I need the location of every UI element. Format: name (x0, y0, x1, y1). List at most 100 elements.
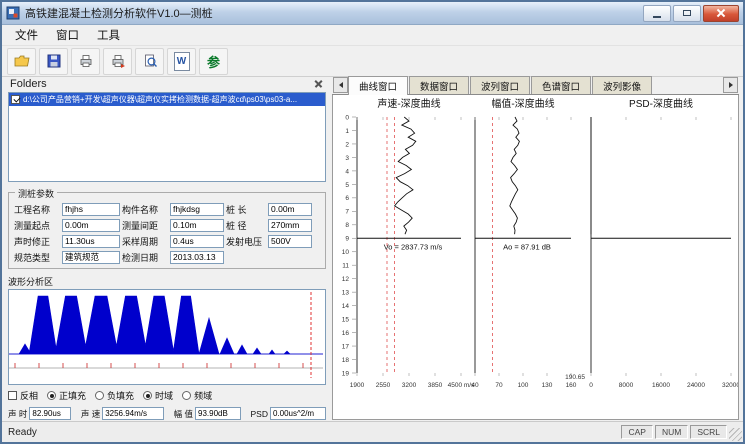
panel-close-icon[interactable] (313, 78, 324, 89)
tab-scroll-right-button[interactable] (723, 77, 738, 93)
print-button[interactable] (71, 48, 100, 75)
param-label: 桩 长 (226, 203, 266, 216)
status-indicator: SCRL (690, 425, 727, 439)
chart-area: 012345678910111213141516171819声速-深度曲线190… (332, 95, 739, 420)
folders-panel-title: Folders (10, 78, 47, 90)
waveform-display[interactable] (8, 289, 326, 385)
reading-label: 幅 值 (174, 408, 193, 420)
param-value-field[interactable]: fhjhs (62, 203, 120, 216)
param-value-field[interactable]: 0.4us (170, 235, 224, 248)
svg-text:130: 130 (542, 382, 553, 389)
svg-text:11: 11 (342, 263, 349, 270)
printer-setup-icon (110, 53, 126, 69)
print-preview-button[interactable] (135, 48, 164, 75)
open-button[interactable] (7, 48, 36, 75)
param-label: 工程名称 (14, 203, 60, 216)
printer-icon (78, 53, 94, 69)
radio-icon[interactable] (95, 391, 104, 400)
domain-radio-0[interactable]: 时域 (143, 389, 173, 402)
menu-item-1[interactable]: 窗口 (47, 25, 88, 45)
checkbox-icon[interactable] (8, 391, 17, 400)
invert-checkbox[interactable]: 反相 (8, 389, 38, 402)
domain-radio-1[interactable]: 频域 (182, 389, 212, 402)
status-indicator: NUM (655, 425, 688, 439)
tab-1[interactable]: 数据窗口 (409, 76, 469, 94)
folders-panel: Folders d:\公司产品营销+开发\超声仪器\超声仪实拷检测数据-超声波c… (6, 76, 328, 420)
tab-3[interactable]: 色谱窗口 (531, 76, 591, 94)
reference-button[interactable]: 参 (199, 48, 228, 75)
svg-text:18: 18 (342, 357, 350, 364)
radio-icon[interactable] (47, 391, 56, 400)
svg-text:PSD-深度曲线: PSD-深度曲线 (629, 97, 693, 110)
svg-text:16: 16 (342, 330, 350, 337)
depth-curves-plot: 012345678910111213141516171819声速-深度曲线190… (333, 95, 738, 417)
reading-value-field[interactable]: 0.00us^2/m (270, 407, 326, 420)
folders-list[interactable]: d:\公司产品营销+开发\超声仪器\超声仪实拷检测数据-超声波cd\ps03\p… (8, 92, 326, 182)
preview-icon (142, 53, 158, 69)
menu-item-0[interactable]: 文件 (6, 25, 47, 45)
close-button[interactable] (703, 5, 739, 22)
reading: PSD0.00us^2/m (250, 407, 325, 420)
domain-label: 频域 (194, 389, 212, 402)
param-value-field[interactable]: 11.30us (62, 235, 120, 248)
reading-value-field[interactable]: 3256.94m/s (102, 407, 164, 420)
tab-4[interactable]: 波列影像 (592, 76, 652, 94)
param-value-field[interactable]: 0.00m (62, 219, 120, 232)
svg-text:190.65: 190.65 (565, 374, 585, 381)
fill-radio-1[interactable]: 负填充 (95, 389, 134, 402)
svg-text:40: 40 (471, 382, 479, 389)
window-title: 高铁建混凝土检测分析软件V1.0—测桩 (25, 5, 213, 21)
svg-text:17: 17 (342, 343, 350, 350)
save-button[interactable] (39, 48, 68, 75)
waveform-plot (9, 290, 323, 380)
svg-text:3200: 3200 (402, 382, 417, 389)
param-value-field[interactable]: 2013.03.13 (170, 251, 224, 264)
param-label: 声时修正 (14, 235, 60, 248)
word-export-button[interactable]: W (167, 48, 196, 75)
param-label: 测量起点 (14, 219, 60, 232)
maximize-button[interactable] (673, 5, 701, 22)
print-setup-button[interactable] (103, 48, 132, 75)
radio-icon[interactable] (143, 391, 152, 400)
reading: 声 时82.90us (8, 407, 71, 420)
svg-text:24000: 24000 (687, 382, 705, 389)
svg-text:19: 19 (342, 370, 350, 377)
menu-item-2[interactable]: 工具 (88, 25, 129, 45)
minimize-button[interactable] (643, 5, 671, 22)
param-value-field[interactable]: 建筑规范 (62, 251, 120, 264)
pile-params-group: 测桩参数 工程名称fhjhs构件名称fhjkdsg桩 长0.00m测量起点0.0… (8, 192, 326, 269)
svg-text:声速-深度曲线: 声速-深度曲线 (377, 97, 440, 110)
svg-text:3850: 3850 (428, 382, 443, 389)
tab-0[interactable]: 曲线窗口 (348, 76, 408, 95)
param-label: 桩 径 (226, 219, 266, 232)
svg-text:32000: 32000 (722, 382, 738, 389)
svg-text:2: 2 (345, 141, 349, 148)
svg-text:0: 0 (345, 114, 349, 121)
status-bar: Ready CAPNUMSCRL (2, 421, 743, 442)
param-label: 检测日期 (122, 251, 168, 264)
resize-grip[interactable] (729, 428, 742, 441)
param-value-field[interactable]: 500V (268, 235, 312, 248)
tab-scroll-left-button[interactable] (333, 77, 348, 93)
tab-2[interactable]: 波列窗口 (470, 76, 530, 94)
radio-icon[interactable] (182, 391, 191, 400)
svg-text:160: 160 (566, 382, 577, 389)
waveform-controls: 反相正填充 负填充时域 频域 (8, 389, 326, 402)
app-icon (6, 6, 20, 20)
svg-text:12: 12 (342, 276, 350, 283)
param-value-field[interactable]: fhjkdsg (170, 203, 224, 216)
reading: 声 速3256.94m/s (81, 407, 164, 420)
reading-value-field[interactable]: 93.90dB (195, 407, 241, 420)
fill-label: 负填充 (107, 389, 134, 402)
reference-icon: 参 (207, 52, 220, 71)
invert-label: 反相 (20, 389, 38, 402)
param-value-field[interactable]: 270mm (268, 219, 312, 232)
param-value-field[interactable]: 0.10m (170, 219, 224, 232)
checkbox-icon[interactable] (11, 95, 20, 104)
fill-radio-0[interactable]: 正填充 (47, 389, 86, 402)
svg-text:8000: 8000 (619, 382, 634, 389)
folders-list-item[interactable]: d:\公司产品营销+开发\超声仪器\超声仪实拷检测数据-超声波cd\ps03\p… (9, 93, 325, 106)
svg-text:13: 13 (342, 290, 350, 297)
reading-value-field[interactable]: 82.90us (29, 407, 71, 420)
param-value-field[interactable]: 0.00m (268, 203, 312, 216)
